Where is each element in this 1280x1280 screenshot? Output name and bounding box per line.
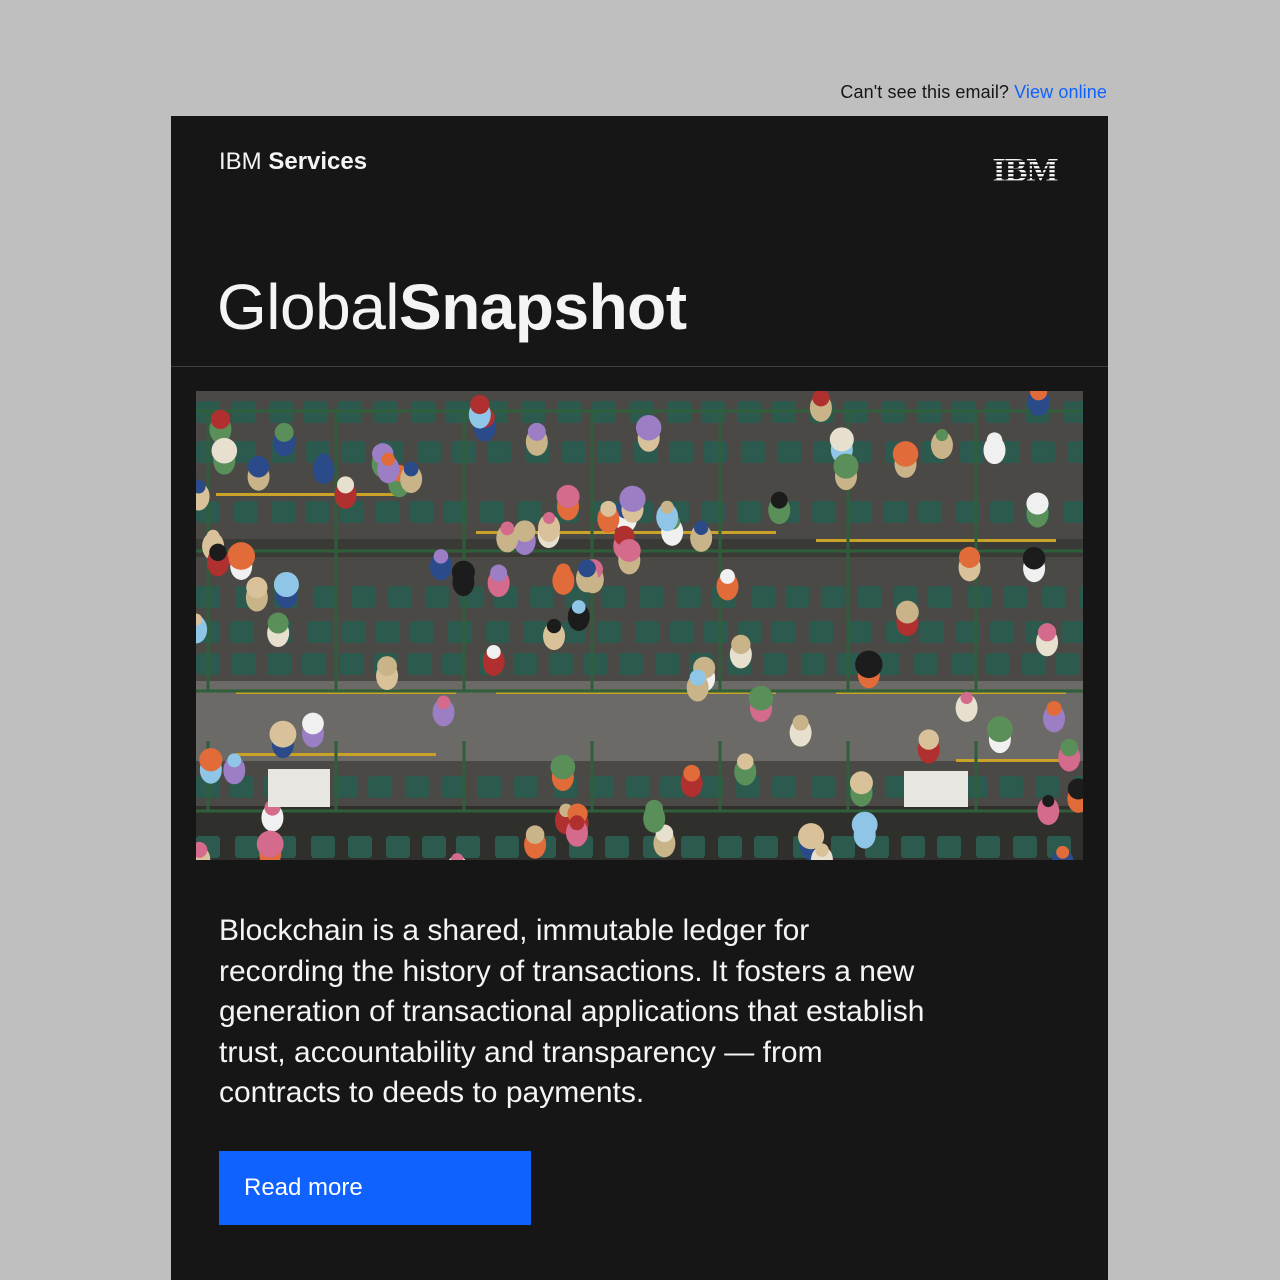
preheader-text: Can't see this email? [840,82,1010,102]
title-bold: Snapshot [399,271,687,343]
hero-image [196,391,1083,860]
title-regular: Global [217,271,400,343]
preheader: Can't see this email? View online [840,82,1107,103]
brand-regular: IBM [219,148,262,175]
brand-wordmark: IBM Services [219,148,367,176]
ibm-logo-text: IBM [993,154,1059,182]
read-more-button[interactable]: Read more [219,1151,531,1225]
page-title: GlobalSnapshot [217,268,687,346]
email-container: IBM Services IBM GlobalSnapshot Blockcha… [171,116,1108,1280]
view-online-link[interactable]: View online [1014,82,1107,102]
ibm-logo-icon: IBM [992,152,1060,189]
brand-bold: Services [268,148,368,175]
body-copy: Blockchain is a shared, immutable ledger… [219,914,925,1109]
header-divider [171,366,1108,367]
